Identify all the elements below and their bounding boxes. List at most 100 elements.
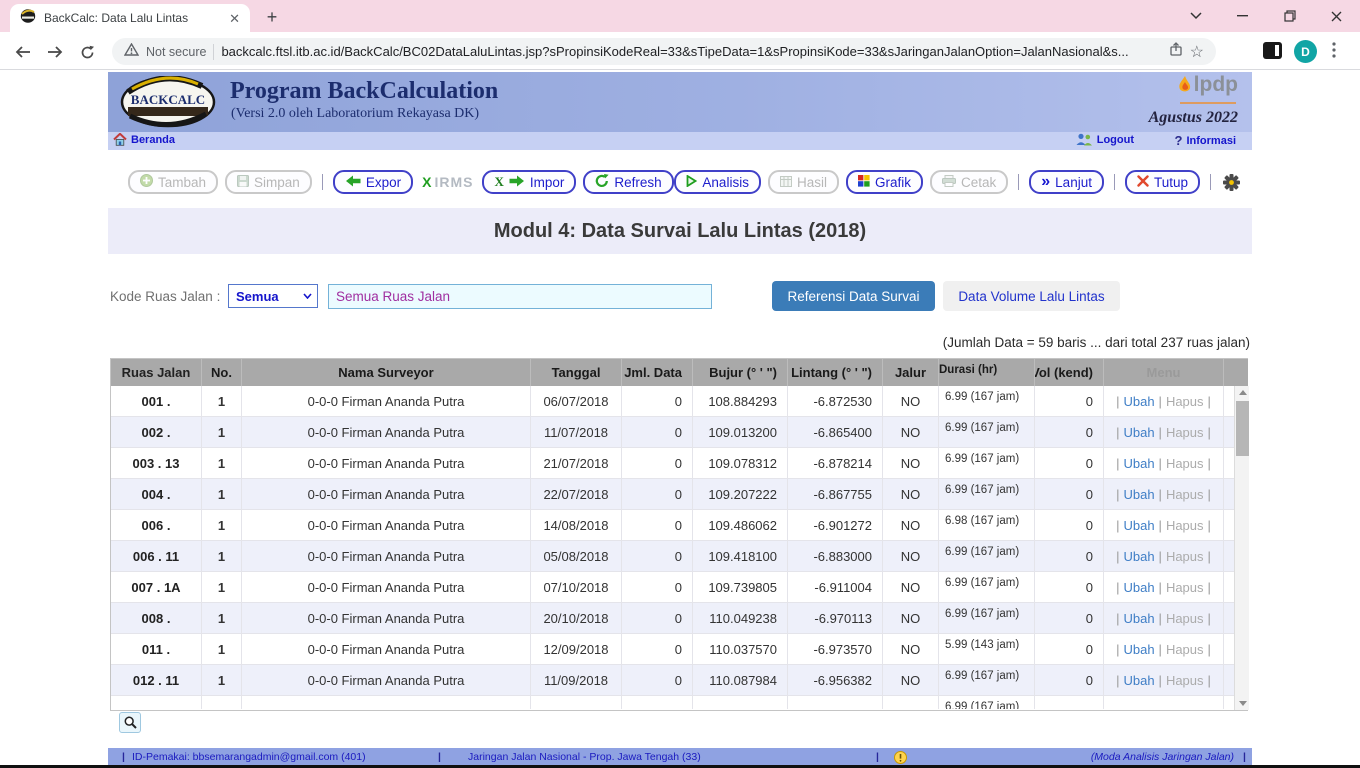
profile-avatar[interactable]: D	[1294, 40, 1317, 63]
cell-jml: 0	[622, 603, 693, 633]
lanjut-label: Lanjut	[1055, 175, 1092, 190]
table-scrollbar[interactable]	[1234, 386, 1249, 710]
hapus-link[interactable]: Hapus	[1166, 611, 1204, 626]
column-header-ruas[interactable]: Ruas Jalan	[111, 359, 202, 386]
cell-lintang: -6.970113	[788, 603, 883, 633]
url-text[interactable]: backcalc.ftsl.itb.ac.id/BackCalc/BC02Dat…	[221, 44, 1161, 59]
lpdp-text: lpdp	[1194, 76, 1238, 95]
informasi-link[interactable]: ? Informasi	[1175, 133, 1236, 148]
ubah-link[interactable]: Ubah	[1123, 394, 1154, 409]
cell-bujur: 108.884293	[693, 386, 788, 416]
zoom-search-button[interactable]	[119, 712, 141, 733]
ubah-link[interactable]: Ubah	[1123, 456, 1154, 471]
hapus-link[interactable]: Hapus	[1166, 673, 1204, 688]
close-window-icon[interactable]	[1313, 0, 1360, 32]
column-header-vol[interactable]: Vol (kend)	[1035, 359, 1104, 386]
cell-durasi: 6.99 (167 jam)	[939, 541, 1035, 571]
cell-ruas: 002 .	[111, 417, 202, 447]
reload-icon[interactable]	[76, 42, 98, 62]
bookmark-star-icon[interactable]: ☆	[1190, 42, 1204, 62]
hapus-link[interactable]: Hapus	[1166, 580, 1204, 595]
cetak-label: Cetak	[961, 175, 996, 190]
tutup-button[interactable]: Tutup	[1125, 170, 1200, 194]
column-header-jml[interactable]: Jml. Data	[622, 359, 693, 386]
browser-menu-icon[interactable]	[1332, 42, 1336, 63]
ubah-link[interactable]: Ubah	[1123, 518, 1154, 533]
lpdp-logo: lpdp	[1177, 76, 1238, 95]
ruas-jalan-input[interactable]: Semua Ruas Jalan	[328, 284, 712, 309]
table-row: 011 .10-0-0 Firman Ananda Putra12/09/201…	[111, 634, 1234, 665]
ubah-link[interactable]: Ubah	[1123, 642, 1154, 657]
tab-search-icon[interactable]	[1172, 0, 1219, 32]
refresh-button[interactable]: Refresh	[583, 170, 673, 194]
column-header-durasi[interactable]: Durasi (hr)	[939, 359, 1035, 386]
cell-jml: 0	[622, 665, 693, 695]
ubah-link[interactable]: Ubah	[1123, 549, 1154, 564]
column-header-nama[interactable]: Nama Surveyor	[242, 359, 531, 386]
cell-menu: |Ubah|Hapus|	[1104, 634, 1224, 664]
hapus-link[interactable]: Hapus	[1166, 642, 1204, 657]
hapus-link[interactable]: Hapus	[1166, 549, 1204, 564]
scroll-up-icon[interactable]	[1235, 386, 1249, 399]
data-volume-lalu-lintas-button[interactable]: Data Volume Lalu Lintas	[943, 281, 1120, 311]
expor-button[interactable]: Expor	[333, 170, 413, 194]
hapus-link[interactable]: Hapus	[1166, 518, 1204, 533]
beranda-link[interactable]: Beranda	[113, 133, 175, 146]
toolbar-separator	[1114, 174, 1115, 190]
app-nav-band: Beranda Logout ? Informasi	[108, 132, 1252, 150]
cell-jml: 0	[622, 634, 693, 664]
scrollbar-thumb[interactable]	[1236, 401, 1249, 456]
cell-tgl: 07/10/2018	[531, 572, 622, 602]
ubah-link[interactable]: Ubah	[1123, 673, 1154, 688]
cell-no: 1	[202, 665, 242, 695]
menu-separator: |	[1116, 549, 1119, 564]
cell-durasi: 6.99 (167 jam)	[939, 696, 1035, 709]
cell-bujur: 109.486062	[693, 510, 788, 540]
scroll-down-icon[interactable]	[1235, 697, 1249, 710]
ubah-link[interactable]: Ubah	[1123, 425, 1154, 440]
footer-separator: |	[438, 751, 441, 763]
minimize-icon[interactable]	[1219, 0, 1266, 32]
column-header-tgl[interactable]: Tanggal	[531, 359, 622, 386]
cell-bujur: 110.049238	[693, 603, 788, 633]
table-row: 002 .10-0-0 Firman Ananda Putra11/07/201…	[111, 417, 1234, 448]
share-icon[interactable]	[1169, 42, 1183, 61]
ubah-link[interactable]: Ubah	[1123, 580, 1154, 595]
column-header-lintang[interactable]: Lintang (° ' ")	[788, 359, 883, 386]
lanjut-button[interactable]: » Lanjut	[1029, 170, 1104, 194]
cell-jml: 0	[622, 448, 693, 478]
table-icon	[780, 175, 792, 190]
ubah-link[interactable]: Ubah	[1123, 487, 1154, 502]
menu-separator: |	[1159, 580, 1162, 595]
ubah-link[interactable]: Ubah	[1123, 611, 1154, 626]
analisis-button[interactable]: Analisis	[674, 170, 761, 194]
logout-link[interactable]: Logout	[1076, 133, 1134, 146]
grafik-label: Grafik	[875, 175, 911, 190]
kode-ruas-select[interactable]: Semua	[228, 284, 318, 308]
restore-icon[interactable]	[1266, 0, 1313, 32]
side-panel-icon[interactable]	[1263, 42, 1282, 64]
column-header-menu[interactable]: Menu	[1104, 359, 1224, 386]
referensi-data-survai-button[interactable]: Referensi Data Survai	[772, 281, 935, 311]
settings-gear-icon[interactable]	[1223, 174, 1240, 191]
hapus-link[interactable]: Hapus	[1166, 456, 1204, 471]
back-icon[interactable]	[12, 42, 34, 62]
hasil-button: Hasil	[768, 170, 839, 194]
hapus-link[interactable]: Hapus	[1166, 425, 1204, 440]
column-header-bujur[interactable]: Bujur (° ' ")	[693, 359, 788, 386]
hapus-link[interactable]: Hapus	[1166, 487, 1204, 502]
tab-close-icon[interactable]: ✕	[229, 12, 240, 25]
browser-tab[interactable]: BackCalc: Data Lalu Lintas ✕	[10, 4, 250, 32]
hapus-link[interactable]: Hapus	[1166, 394, 1204, 409]
menu-separator: |	[1208, 394, 1211, 409]
cell-jalur: NO	[883, 448, 939, 478]
forward-icon[interactable]	[44, 42, 66, 62]
logout-label: Logout	[1097, 134, 1134, 146]
address-bar[interactable]: Not secure backcalc.ftsl.itb.ac.id/BackC…	[112, 38, 1216, 65]
cell-durasi: 6.99 (167 jam)	[939, 603, 1035, 633]
grafik-button[interactable]: Grafik	[846, 170, 923, 194]
column-header-jalur[interactable]: Jalur	[883, 359, 939, 386]
impor-button[interactable]: X Impor	[482, 170, 576, 194]
new-tab-button[interactable]: +	[260, 6, 284, 28]
column-header-no[interactable]: No.	[202, 359, 242, 386]
